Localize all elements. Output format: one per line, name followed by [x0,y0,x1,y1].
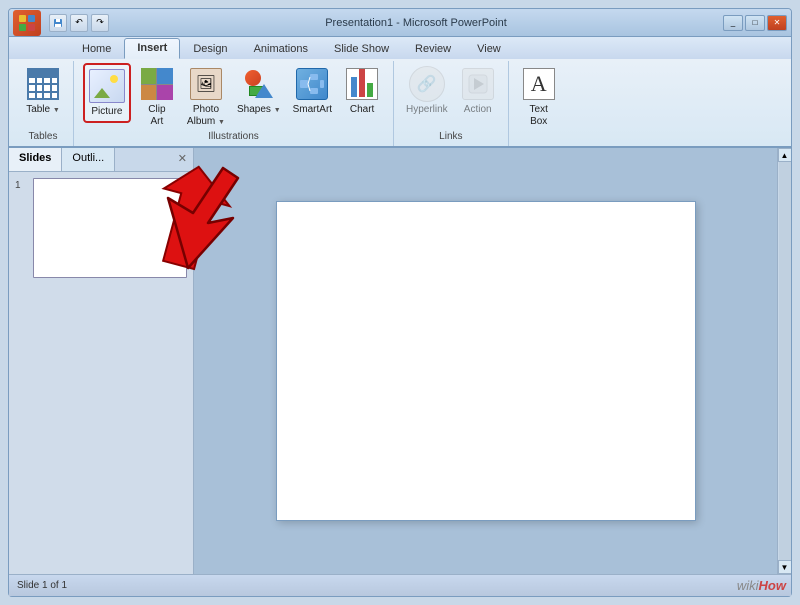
status-text: Slide 1 of 1 [17,580,67,591]
action-icon [462,68,494,100]
chart-label: Chart [350,104,374,116]
smartart-icon-area [294,66,330,102]
hyperlink-icon-area: 🔗 [409,66,445,102]
tab-review[interactable]: Review [402,39,464,59]
shapes-icon-area [241,66,277,102]
ribbon-item-picture[interactable]: Picture [83,63,131,123]
photoalbum-icon: 🖼 [190,68,222,100]
ribbon-tabs: Home Insert Design Animations Slide Show… [9,37,791,59]
tab-insert[interactable]: Insert [124,38,180,59]
slide-number-1: 1 [15,180,27,191]
text-items: A TextBox [517,63,561,142]
ribbon-item-smartart[interactable]: SmartArt [289,63,336,119]
window-controls: _ □ ✕ [723,15,787,31]
redo-quick-btn[interactable]: ↷ [91,14,109,32]
slide-thumb-box-1 [33,178,187,278]
minimize-button[interactable]: _ [723,15,743,31]
slides-panel: Slides Outli... ✕ 1 [9,148,194,574]
action-icon-area [460,66,496,102]
links-items: 🔗 Hyperlink [402,63,500,131]
shapes-icon [243,68,275,100]
ribbon-content: Table ▼ Tables Picture [9,59,791,148]
slide-thumbnail-1[interactable]: 1 [15,178,187,278]
tab-design[interactable]: Design [180,39,240,59]
slides-tab-outline[interactable]: Outli... [62,148,115,171]
clipart-label: ClipArt [148,104,165,128]
ribbon-group-tables: Table ▼ Tables [13,61,74,146]
clipart-icon-area [139,66,175,102]
illustrations-items: Picture ClipArt [83,63,384,131]
slide-canvas-area [194,148,777,574]
undo-quick-btn[interactable]: ↶ [70,14,88,32]
scroll-track [779,162,791,560]
ribbon-item-clipart[interactable]: ClipArt [135,63,179,131]
right-scrollbar: ▲ ▼ [777,148,791,574]
picture-icon [89,69,125,103]
illustrations-group-label: Illustrations [208,131,259,144]
ribbon-item-table[interactable]: Table ▼ [21,63,65,119]
save-quick-btn[interactable] [49,14,67,32]
ribbon-group-links: 🔗 Hyperlink [394,61,509,146]
slides-tabs: Slides Outli... ✕ [9,148,193,172]
scroll-down-btn[interactable]: ▼ [778,560,792,574]
title-text: Presentation1 - Microsoft PowerPoint [109,17,723,29]
ribbon-group-text: A TextBox [509,61,569,146]
textbox-label: TextBox [530,104,548,128]
photoalbum-label: PhotoAlbum ▼ [187,104,225,128]
tab-animations[interactable]: Animations [241,39,321,59]
slides-tab-slides[interactable]: Slides [9,148,62,171]
clipart-icon [141,68,173,100]
ribbon-item-textbox[interactable]: A TextBox [517,63,561,131]
title-bar: ↶ ↷ Presentation1 - Microsoft PowerPoint… [9,9,791,37]
tab-view[interactable]: View [464,39,514,59]
shapes-label: Shapes ▼ [237,104,281,116]
ribbon-item-shapes[interactable]: Shapes ▼ [233,63,285,119]
ribbon-item-hyperlink[interactable]: 🔗 Hyperlink [402,63,452,119]
slide-canvas [276,201,696,521]
status-bar: Slide 1 of 1 [9,574,791,596]
scroll-up-btn[interactable]: ▲ [778,148,792,162]
ribbon-item-photoalbum[interactable]: 🖼 PhotoAlbum ▼ [183,63,229,131]
picture-label: Picture [91,106,122,118]
table-icon-area [25,66,61,102]
chart-icon-area [344,66,380,102]
hyperlink-icon: 🔗 [409,66,445,102]
hyperlink-label: Hyperlink [406,104,448,116]
tables-items: Table ▼ [21,63,65,131]
action-label: Action [464,104,492,116]
tab-slideshow[interactable]: Slide Show [321,39,402,59]
ribbon-item-action[interactable]: Action [456,63,500,119]
smartart-icon [296,68,328,100]
close-button[interactable]: ✕ [767,15,787,31]
title-bar-left: ↶ ↷ [13,10,109,36]
smartart-label: SmartArt [293,104,332,116]
ribbon-item-chart[interactable]: Chart [340,63,384,119]
office-button[interactable] [13,10,41,36]
photoalbum-icon-area: 🖼 [188,66,224,102]
links-group-label: Links [439,131,462,144]
app-window: ↶ ↷ Presentation1 - Microsoft PowerPoint… [8,8,792,597]
quick-access-toolbar: ↶ ↷ [49,14,109,32]
tables-group-label: Tables [29,131,58,144]
picture-icon-area [89,68,125,104]
chart-icon [346,68,378,100]
main-content: Slides Outli... ✕ 1 ▲ ▼ [9,148,791,574]
slides-list: 1 [9,172,193,574]
outer-frame: ↶ ↷ Presentation1 - Microsoft PowerPoint… [0,0,800,605]
textbox-icon: A [523,68,555,100]
tab-home[interactable]: Home [69,39,124,59]
maximize-button[interactable]: □ [745,15,765,31]
slides-panel-close[interactable]: ✕ [172,148,193,171]
textbox-icon-area: A [521,66,557,102]
table-label: Table ▼ [26,104,60,116]
ribbon-group-illustrations: Picture ClipArt [74,61,394,146]
table-icon [27,68,59,100]
